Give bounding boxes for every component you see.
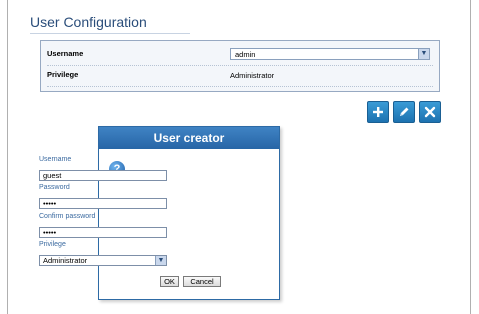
dialog-privilege-label: Privilege <box>39 241 66 248</box>
privilege-label: Privilege <box>47 70 79 79</box>
confirm-password-field[interactable]: ••••• <box>39 227 167 238</box>
x-icon <box>424 106 436 118</box>
user-creator-dialog: User creator ? <box>98 126 280 300</box>
pencil-icon <box>400 107 409 116</box>
plus-icon <box>373 107 383 117</box>
delete-user-button[interactable] <box>419 101 441 123</box>
privilege-select[interactable]: Administrator ▼ <box>39 255 167 266</box>
username-select-value: admin <box>235 50 256 59</box>
dialog-confirm-password-label: Confirm password <box>39 213 96 220</box>
edit-user-button[interactable] <box>393 101 415 123</box>
add-user-button[interactable] <box>367 101 389 123</box>
config-row-privilege: Privilege Administrator <box>47 66 433 87</box>
username-label: Username <box>47 49 84 58</box>
privilege-value: Administrator <box>230 71 275 80</box>
dialog-username-label: Username <box>39 156 72 163</box>
dialog-title: User creator <box>99 127 279 149</box>
privilege-select-value: Administrator <box>43 256 88 265</box>
chevron-down-icon[interactable]: ▼ <box>418 49 429 59</box>
username-select[interactable]: admin ▼ <box>230 48 430 60</box>
user-config-panel: Username admin ▼ Privilege Administrator <box>40 40 440 92</box>
page-title: User Configuration <box>30 14 147 30</box>
chevron-down-icon[interactable]: ▼ <box>155 256 166 265</box>
title-underline <box>30 33 190 34</box>
username-field[interactable]: guest <box>39 170 167 181</box>
ok-button[interactable]: OK <box>160 276 179 287</box>
config-row-username: Username admin ▼ <box>47 45 433 66</box>
password-field[interactable]: ••••• <box>39 198 167 209</box>
cancel-button[interactable]: Cancel <box>183 276 221 287</box>
dialog-password-label: Password <box>39 184 70 191</box>
